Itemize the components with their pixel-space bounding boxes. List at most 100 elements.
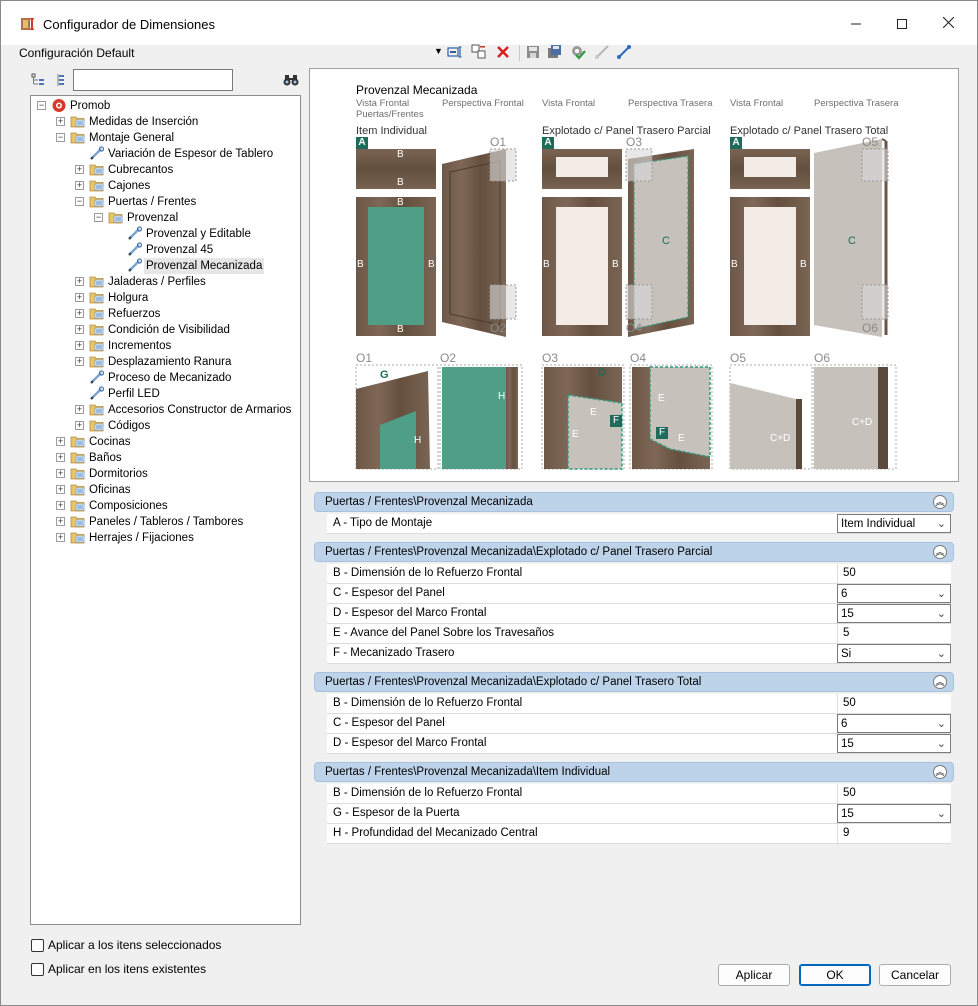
- expand-icon[interactable]: +: [56, 533, 65, 542]
- tree-item[interactable]: − Provenzal: [31, 210, 300, 226]
- collapse-icon[interactable]: −: [75, 197, 84, 206]
- tree-item[interactable]: − Promob: [31, 98, 300, 114]
- tree-item[interactable]: + Composiciones: [31, 498, 300, 514]
- measure-icon[interactable]: [594, 44, 610, 60]
- apply-button[interactable]: Aplicar: [718, 964, 790, 986]
- category-tree[interactable]: − Promob + Medidas de Inserción − Montaje Gen…: [30, 95, 301, 925]
- tree-item[interactable]: + Códigos: [31, 418, 300, 434]
- property-select[interactable]: Si ⌄: [837, 644, 951, 663]
- expand-icon[interactable]: +: [75, 165, 84, 174]
- expand-icon[interactable]: +: [75, 325, 84, 334]
- property-select[interactable]: Item Individual ⌄: [837, 514, 951, 533]
- property-select[interactable]: 15 ⌄: [837, 604, 951, 623]
- tree-item[interactable]: + Cocinas: [31, 434, 300, 450]
- expand-icon[interactable]: +: [56, 469, 65, 478]
- collapse-icon[interactable]: −: [94, 213, 103, 222]
- expand-icon[interactable]: +: [56, 485, 65, 494]
- tree-item[interactable]: + Medidas de Inserción: [31, 114, 300, 130]
- tree-item[interactable]: + Desplazamiento Ranura: [31, 354, 300, 370]
- apply-existing-checkbox[interactable]: [31, 963, 44, 976]
- expand-icon[interactable]: +: [75, 357, 84, 366]
- dimension-tool-icon[interactable]: [616, 44, 632, 60]
- section-header[interactable]: Puertas / Frentes\Provenzal Mecanizada\E…: [314, 672, 954, 692]
- property-input[interactable]: 9: [837, 824, 951, 843]
- chevron-down-icon[interactable]: ⌄: [937, 807, 946, 820]
- tree-item[interactable]: + Condición de Visibilidad: [31, 322, 300, 338]
- expand-icon[interactable]: +: [56, 517, 65, 526]
- property-input[interactable]: 5: [837, 624, 951, 643]
- tree-item[interactable]: + Paneles / Tableros / Tambores: [31, 514, 300, 530]
- property-select[interactable]: 6 ⌄: [837, 584, 951, 603]
- delete-configuration-icon[interactable]: [495, 44, 511, 60]
- property-select[interactable]: 15 ⌄: [837, 804, 951, 823]
- tree-item[interactable]: Provenzal 45: [31, 242, 300, 258]
- collapse-icon[interactable]: −: [37, 101, 46, 110]
- configuration-select[interactable]: Configuración Default: [19, 46, 134, 60]
- edit-configuration-icon[interactable]: [447, 44, 463, 60]
- maximize-button[interactable]: [879, 1, 925, 45]
- tree-item[interactable]: + Baños: [31, 450, 300, 466]
- chevron-down-icon[interactable]: ⌄: [937, 647, 946, 660]
- tree-item[interactable]: + Oficinas: [31, 482, 300, 498]
- property-input[interactable]: 50: [837, 694, 951, 713]
- tree-item[interactable]: + Cajones: [31, 178, 300, 194]
- tree-item[interactable]: Perfil LED: [31, 386, 300, 402]
- expand-icon[interactable]: +: [75, 309, 84, 318]
- tree-item[interactable]: Variación de Espesor de Tablero: [31, 146, 300, 162]
- tree-item[interactable]: Provenzal y Editable: [31, 226, 300, 242]
- expand-icon[interactable]: +: [56, 117, 65, 126]
- apply-selected-checkbox[interactable]: [31, 939, 44, 952]
- property-input[interactable]: 50: [837, 564, 951, 583]
- expand-icon[interactable]: +: [75, 341, 84, 350]
- save-all-icon[interactable]: [547, 44, 563, 60]
- section-header[interactable]: Puertas / Frentes\Provenzal Mecanizada\E…: [314, 542, 954, 562]
- tree-item[interactable]: + Accesorios Constructor de Armarios: [31, 402, 300, 418]
- binoculars-search-icon[interactable]: [283, 73, 299, 87]
- expand-icon[interactable]: +: [56, 437, 65, 446]
- tree-item[interactable]: − Montaje General: [31, 130, 300, 146]
- configuration-dropdown-icon[interactable]: ▼: [434, 46, 443, 56]
- property-select[interactable]: 6 ⌄: [837, 714, 951, 733]
- property-select[interactable]: 15 ⌄: [837, 734, 951, 753]
- expand-icon[interactable]: +: [75, 293, 84, 302]
- collapse-section-icon[interactable]: ︽: [933, 495, 947, 509]
- expand-icon[interactable]: +: [56, 501, 65, 510]
- expand-tree-icon[interactable]: [53, 73, 67, 87]
- minimize-button[interactable]: [833, 1, 879, 45]
- tree-item[interactable]: Proceso de Mecanizado: [31, 370, 300, 386]
- tree-item[interactable]: − Puertas / Frentes: [31, 194, 300, 210]
- chevron-down-icon[interactable]: ⌄: [937, 587, 946, 600]
- chevron-down-icon[interactable]: ⌄: [937, 717, 946, 730]
- collapse-section-icon[interactable]: ︽: [933, 545, 947, 559]
- section-header[interactable]: Puertas / Frentes\Provenzal Mecanizada\I…: [314, 762, 954, 782]
- collapse-section-icon[interactable]: ︽: [933, 765, 947, 779]
- collapse-section-icon[interactable]: ︽: [933, 675, 947, 689]
- tree-item[interactable]: + Dormitorios: [31, 466, 300, 482]
- chevron-down-icon[interactable]: ⌄: [937, 517, 946, 530]
- collapse-tree-icon[interactable]: [31, 73, 45, 87]
- expand-icon[interactable]: +: [75, 181, 84, 190]
- save-icon[interactable]: [525, 44, 541, 60]
- close-button[interactable]: [925, 1, 971, 45]
- ok-button[interactable]: OK: [799, 964, 871, 986]
- tree-item[interactable]: + Cubrecantos: [31, 162, 300, 178]
- copy-configuration-icon[interactable]: [471, 44, 487, 60]
- tree-item[interactable]: + Refuerzos: [31, 306, 300, 322]
- tree-item[interactable]: + Holgura: [31, 290, 300, 306]
- expand-icon[interactable]: +: [75, 421, 84, 430]
- settings-check-icon[interactable]: [570, 44, 586, 60]
- chevron-down-icon[interactable]: ⌄: [937, 737, 946, 750]
- tree-item[interactable]: + Incrementos: [31, 338, 300, 354]
- chevron-down-icon[interactable]: ⌄: [937, 607, 946, 620]
- tree-item[interactable]: + Jaladeras / Perfiles: [31, 274, 300, 290]
- tree-item[interactable]: + Herrajes / Fijaciones: [31, 530, 300, 546]
- cancel-button[interactable]: Cancelar: [879, 964, 951, 986]
- expand-icon[interactable]: +: [75, 405, 84, 414]
- property-input[interactable]: 50: [837, 784, 951, 803]
- expand-icon[interactable]: +: [56, 453, 65, 462]
- tree-search-input[interactable]: [73, 69, 233, 91]
- tree-item[interactable]: Provenzal Mecanizada: [31, 258, 300, 274]
- expand-icon[interactable]: +: [75, 277, 84, 286]
- section-header[interactable]: Puertas / Frentes\Provenzal Mecanizada ︽: [314, 492, 954, 512]
- collapse-icon[interactable]: −: [56, 133, 65, 142]
